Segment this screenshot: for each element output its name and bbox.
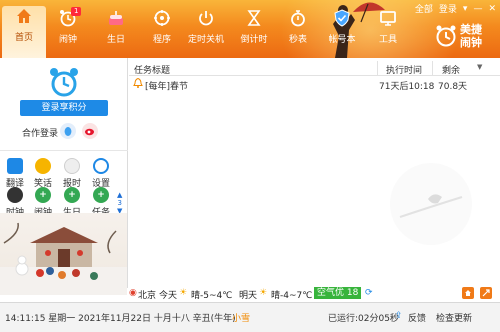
refresh-icon[interactable]: ⟳	[365, 288, 373, 298]
tab-account-book-label: 帐号本	[328, 35, 356, 45]
tab-tools-label: 工具	[378, 35, 397, 45]
add-birthday-icon: +	[64, 187, 80, 203]
tab-shutdown-timer-label: 定时关机	[187, 35, 224, 45]
weibo-login-icon[interactable]	[82, 123, 98, 139]
minimize-icon[interactable]: —	[473, 4, 482, 14]
qq-login-icon[interactable]	[60, 123, 76, 139]
big-alarm-clock-icon	[50, 68, 78, 97]
bird-branch-watermark	[390, 163, 472, 245]
weather-city[interactable]: 北京	[138, 288, 156, 301]
grid-pager: ▲ 3 ▼	[117, 191, 122, 215]
grid-item-translate[interactable]: 翻译	[2, 158, 28, 189]
app-logo: 美捷 闹钟	[435, 20, 495, 54]
column-remaining[interactable]: 剩余	[442, 63, 460, 76]
speaker-icon	[64, 158, 80, 174]
weather-tomorrow: 晴-4~7℃	[271, 291, 313, 301]
login-link[interactable]: 登录	[439, 2, 457, 15]
shield-icon	[334, 9, 350, 27]
add-task-icon: +	[93, 187, 109, 203]
tab-birthday-label: 生日	[106, 35, 125, 45]
logo-alarm-icon	[436, 25, 456, 47]
tab-shutdown-timer[interactable]: 定时关机	[184, 8, 228, 54]
hourglass-icon	[247, 10, 261, 26]
grid-item-joke[interactable]: 笑话	[30, 158, 56, 189]
smiley-icon	[35, 158, 51, 174]
grid-item-chime[interactable]: 报时	[59, 158, 85, 189]
tab-tools[interactable]: 工具	[366, 8, 410, 54]
pager-number: 3	[117, 199, 122, 207]
sun-icon: ☀	[179, 288, 188, 298]
status-share-icon[interactable]: ⇪	[395, 311, 403, 321]
tab-home[interactable]: 首页	[2, 6, 46, 58]
bell-icon	[132, 77, 144, 92]
tab-home-label: 首页	[14, 33, 33, 43]
column-exec-time[interactable]: 执行时间	[386, 63, 422, 76]
tab-account-book[interactable]: 帐号本	[320, 8, 364, 54]
status-bar: 14:11:15 星期一 2021年11月22日 十月十八 辛丑(牛年) 小雪 …	[0, 302, 500, 332]
tab-countdown-label: 倒计时	[240, 35, 268, 45]
check-update-link[interactable]: 检查更新	[436, 311, 472, 324]
winter-scene-illustration	[0, 213, 127, 295]
status-solar-term[interactable]: 小雪	[232, 311, 250, 324]
task-title: [每年]春节	[145, 82, 189, 92]
pager-up-icon[interactable]: ▲	[117, 191, 122, 199]
air-quality-badge: 空气优 18	[314, 287, 362, 299]
skin-button[interactable]: 全部	[415, 2, 433, 15]
logo-text-line1: 美捷	[460, 23, 482, 36]
window-controls: 全部 登录 ▾ — ✕	[415, 2, 496, 16]
task-exec-time: 71天后10:18	[379, 82, 435, 92]
column-title[interactable]: 任务标题	[134, 63, 170, 76]
status-running-time: 已运行:02分05秒	[328, 314, 399, 324]
tab-alarm-label: 闹钟	[58, 35, 77, 45]
logo-text-line2: 闹钟	[460, 36, 482, 49]
program-icon	[154, 10, 170, 26]
left-divider	[0, 150, 128, 151]
status-datetime: 14:11:15 星期一 2021年11月22日 十月十八 辛丑(牛年)	[5, 314, 236, 324]
home-icon	[17, 9, 31, 23]
weather-today-label: 今天	[159, 291, 178, 301]
coop-login-label: 合作登录	[22, 129, 59, 139]
menu-icon[interactable]: ▾	[463, 4, 468, 14]
clock-icon	[7, 187, 23, 203]
weather-tomorrow-label: 明天	[239, 291, 258, 301]
power-icon	[199, 11, 213, 26]
task-panel: 任务标题 执行时间 剩余 ▼ [每年]春节 71天后10:18 70.8天 ◉ …	[129, 58, 500, 301]
table-row[interactable]: [每年]春节 71天后10:18 70.8天	[129, 77, 500, 92]
alarm-badge: 1	[71, 7, 82, 16]
tab-alarm[interactable]: 1 闹钟	[46, 7, 90, 54]
add-alarm-icon: +	[35, 187, 51, 203]
sort-desc-icon[interactable]: ▼	[477, 63, 482, 71]
sun-icon: ☀	[259, 288, 268, 298]
feedback-link[interactable]: 反馈	[408, 311, 426, 324]
monitor-icon	[380, 11, 396, 26]
column-separator	[377, 61, 378, 76]
login-points-button[interactable]: 登录享积分	[20, 100, 108, 116]
tab-birthday[interactable]: 生日	[94, 8, 138, 54]
tab-program[interactable]: 程序	[140, 8, 184, 54]
logo-text: 美捷 闹钟	[460, 23, 482, 49]
tab-countdown[interactable]: 倒计时	[232, 8, 276, 54]
left-panel: 登录享积分 合作登录 翻译 笑话 报时 设置 时钟 + 闹钟 + 生日 + 任务	[0, 58, 128, 295]
task-remaining: 70.8天	[438, 82, 468, 92]
corner-icons	[462, 286, 496, 300]
column-separator	[432, 61, 433, 76]
weather-today: 晴-5~4℃	[191, 291, 233, 301]
translate-icon	[7, 158, 23, 174]
gear-icon	[93, 158, 109, 174]
top-toolbar: 首页 1 闹钟 生日 程序 定时关机 倒计时 秒表 帐号本 工具 全部 登录 ▾…	[0, 0, 500, 58]
grid-item-settings[interactable]: 设置	[88, 158, 114, 189]
close-icon[interactable]: ✕	[488, 4, 496, 14]
birthday-cake-icon	[109, 11, 123, 25]
task-table-header: 任务标题 执行时间 剩余 ▼	[129, 61, 500, 76]
tab-program-label: 程序	[152, 35, 171, 45]
weather-bar: ◉ 北京 今天 ☀ 晴-5~4℃ 明天 ☀ 晴-4~7℃ 空气优 18 ⟳	[129, 286, 500, 302]
location-pin-icon: ◉	[129, 288, 137, 298]
